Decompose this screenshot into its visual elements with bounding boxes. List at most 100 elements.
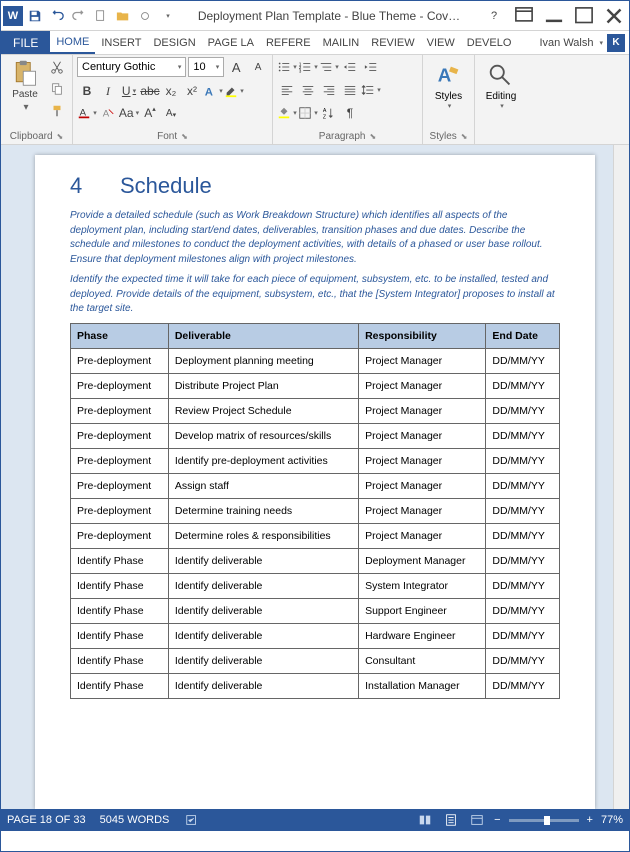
table-cell: Deployment Manager [359, 548, 486, 573]
page-indicator[interactable]: PAGE 18 OF 33 [7, 814, 86, 826]
read-mode-icon[interactable] [416, 812, 434, 828]
underline-button[interactable]: U▾ [119, 81, 139, 101]
minimize-button[interactable] [541, 6, 567, 26]
increase-indent-button[interactable] [361, 57, 381, 77]
web-layout-icon[interactable] [468, 812, 486, 828]
ribbon: Paste ▾ Clipboard⬊ Century Gothic▾ 10▾ A… [1, 55, 629, 145]
sort-button[interactable]: AZ [319, 103, 339, 123]
decrease-indent-button[interactable] [340, 57, 360, 77]
table-header: Phase [71, 323, 169, 348]
table-cell: DD/MM/YY [486, 373, 560, 398]
group-styles: A Styles ▾ Styles⬊ [423, 55, 475, 144]
grow-font-alt-button[interactable]: A▴ [140, 103, 160, 123]
clear-format-button[interactable]: A [98, 103, 118, 123]
zoom-in-button[interactable]: + [587, 814, 593, 826]
format-painter-button[interactable] [47, 101, 67, 121]
bold-button[interactable]: B [77, 81, 97, 101]
align-center-button[interactable] [298, 80, 318, 100]
svg-text:A: A [437, 65, 451, 86]
line-spacing-button[interactable]: ▾ [361, 80, 381, 100]
table-cell: Deployment planning meeting [168, 348, 358, 373]
table-row: Identify PhaseIdentify deliverableInstal… [71, 673, 560, 698]
styles-button[interactable]: A Styles ▾ [429, 57, 469, 110]
table-cell: Pre-deployment [71, 498, 169, 523]
table-cell: Pre-deployment [71, 398, 169, 423]
font-size-combo[interactable]: 10▾ [188, 57, 224, 77]
multilevel-button[interactable]: ▾ [319, 57, 339, 77]
shading-button[interactable]: ▾ [277, 103, 297, 123]
strikethrough-button[interactable]: abc [140, 81, 160, 101]
font-color-button[interactable]: A▾ [77, 103, 97, 123]
tab-design[interactable]: DESIGN [147, 31, 201, 54]
document-area[interactable]: 4Schedule Provide a detailed schedule (s… [1, 145, 629, 809]
undo-button[interactable] [47, 6, 67, 26]
tab-insert[interactable]: INSERT [95, 31, 147, 54]
grow-font-button[interactable]: A [226, 57, 246, 77]
zoom-out-button[interactable]: − [494, 814, 500, 826]
shrink-font-alt-button[interactable]: A▾ [161, 103, 181, 123]
table-cell: Pre-deployment [71, 348, 169, 373]
table-cell: Identify deliverable [168, 623, 358, 648]
table-cell: Pre-deployment [71, 523, 169, 548]
redo-button[interactable] [69, 6, 89, 26]
cut-button[interactable] [47, 57, 67, 77]
group-label-paragraph: Paragraph [319, 131, 366, 142]
highlight-button[interactable]: ▾ [224, 81, 244, 101]
shrink-font-button[interactable]: A [248, 57, 268, 77]
tab-view[interactable]: VIEW [421, 31, 461, 54]
word-count[interactable]: 5045 WORDS [100, 814, 170, 826]
tab-mailings[interactable]: MAILIN [317, 31, 366, 54]
app-icon: W [3, 6, 23, 26]
qat-customize-button[interactable]: ▾ [157, 6, 177, 26]
justify-button[interactable] [340, 80, 360, 100]
qat-open-button[interactable] [113, 6, 133, 26]
tab-review[interactable]: REVIEW [365, 31, 420, 54]
vertical-scrollbar[interactable] [613, 145, 629, 809]
align-left-button[interactable] [277, 80, 297, 100]
ribbon-tabs: FILE HOME INSERT DESIGN PAGE LA REFERE M… [1, 31, 629, 55]
qat-touch-button[interactable] [135, 6, 155, 26]
zoom-level[interactable]: 77% [601, 814, 623, 826]
font-dialog-launcher[interactable]: ⬊ [181, 132, 188, 141]
change-case-button[interactable]: Aa▾ [119, 103, 139, 123]
tab-developer[interactable]: DEVELO [461, 31, 518, 54]
qat-new-button[interactable] [91, 6, 111, 26]
paragraph-dialog-launcher[interactable]: ⬊ [370, 132, 377, 141]
subscript-button[interactable]: x₂ [161, 81, 181, 101]
borders-button[interactable]: ▾ [298, 103, 318, 123]
tab-page-layout[interactable]: PAGE LA [202, 31, 260, 54]
zoom-slider[interactable] [509, 819, 579, 822]
copy-button[interactable] [47, 79, 67, 99]
italic-button[interactable]: I [98, 81, 118, 101]
table-cell: Project Manager [359, 398, 486, 423]
table-cell: Hardware Engineer [359, 623, 486, 648]
close-button[interactable] [601, 6, 627, 26]
window-title: Deployment Plan Template - Blue Theme - … [177, 9, 481, 23]
superscript-button[interactable]: x² [182, 81, 202, 101]
table-cell: DD/MM/YY [486, 473, 560, 498]
spellcheck-icon[interactable] [183, 812, 201, 828]
ribbon-options-button[interactable] [511, 6, 537, 26]
text-effects-button[interactable]: A▾ [203, 81, 223, 101]
print-layout-icon[interactable] [442, 812, 460, 828]
svg-text:A: A [205, 86, 213, 98]
file-tab[interactable]: FILE [1, 31, 50, 54]
clipboard-dialog-launcher[interactable]: ⬊ [57, 132, 64, 141]
user-menu[interactable]: Ivan Walsh ▾ K [539, 31, 629, 54]
table-cell: Pre-deployment [71, 423, 169, 448]
maximize-button[interactable] [571, 6, 597, 26]
group-label-editing [479, 130, 523, 144]
editing-button[interactable]: Editing ▾ [481, 57, 521, 110]
table-cell: Identify Phase [71, 573, 169, 598]
help-button[interactable]: ? [481, 6, 507, 26]
show-marks-button[interactable]: ¶ [340, 103, 360, 123]
bullets-button[interactable]: ▾ [277, 57, 297, 77]
numbering-button[interactable]: 123▾ [298, 57, 318, 77]
styles-dialog-launcher[interactable]: ⬊ [461, 132, 468, 141]
tab-references[interactable]: REFERE [260, 31, 317, 54]
save-button[interactable] [25, 6, 45, 26]
paste-button[interactable]: Paste ▾ [5, 57, 45, 115]
tab-home[interactable]: HOME [50, 31, 95, 54]
font-name-combo[interactable]: Century Gothic▾ [77, 57, 186, 77]
align-right-button[interactable] [319, 80, 339, 100]
